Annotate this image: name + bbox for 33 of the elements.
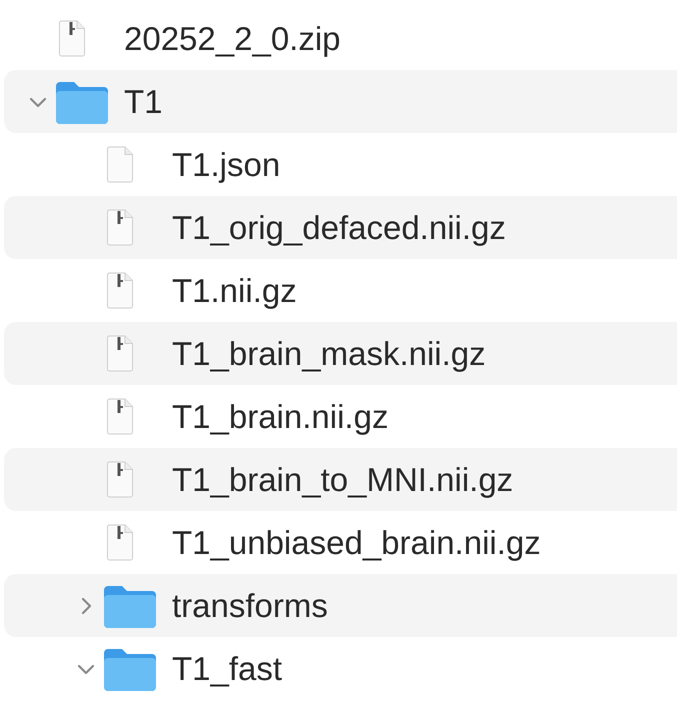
file-name: transforms xyxy=(172,586,328,624)
file-name: T1_orig_defaced.nii.gz xyxy=(172,208,506,246)
file-name: T1_fast xyxy=(172,650,282,688)
file-name: T1_brain.nii.gz xyxy=(172,398,388,436)
list-row[interactable]: T1_brain_mask.nii.gz xyxy=(4,322,677,385)
list-row[interactable]: T1_unbiased_brain.nii.gz xyxy=(4,511,677,574)
archive-file-icon xyxy=(106,209,134,246)
file-name: 20252_2_0.zip xyxy=(124,20,341,58)
archive-file-icon xyxy=(58,20,86,57)
file-name: T1_unbiased_brain.nii.gz xyxy=(172,524,541,562)
file-name: T1.json xyxy=(172,146,280,184)
document-icon xyxy=(106,146,134,183)
list-row[interactable]: T1_brain_to_MNI.nii.gz xyxy=(4,448,677,511)
archive-file-icon xyxy=(106,398,134,435)
archive-file-icon xyxy=(106,335,134,372)
folder-icon xyxy=(102,646,158,690)
folder-icon xyxy=(54,80,110,124)
list-row[interactable]: T1_fast xyxy=(4,637,677,700)
list-row[interactable]: T1_orig_defaced.nii.gz xyxy=(4,196,677,259)
file-name: T1 xyxy=(124,82,163,120)
file-name: T1.nii.gz xyxy=(172,272,297,310)
archive-file-icon xyxy=(106,461,134,498)
list-row[interactable]: T1.nii.gz xyxy=(4,259,677,322)
file-name: T1_brain_mask.nii.gz xyxy=(172,334,486,372)
archive-file-icon xyxy=(106,524,134,561)
folder-icon xyxy=(102,584,158,628)
list-row[interactable]: T1_brain.nii.gz xyxy=(4,385,677,448)
list-row[interactable]: T1.json xyxy=(4,133,677,196)
list-row[interactable]: T1 xyxy=(4,70,677,133)
list-row[interactable]: 20252_2_0.zip xyxy=(4,7,677,70)
file-name: T1_brain_to_MNI.nii.gz xyxy=(172,460,514,498)
list-row[interactable]: transforms xyxy=(4,574,677,637)
archive-file-icon xyxy=(106,272,134,309)
